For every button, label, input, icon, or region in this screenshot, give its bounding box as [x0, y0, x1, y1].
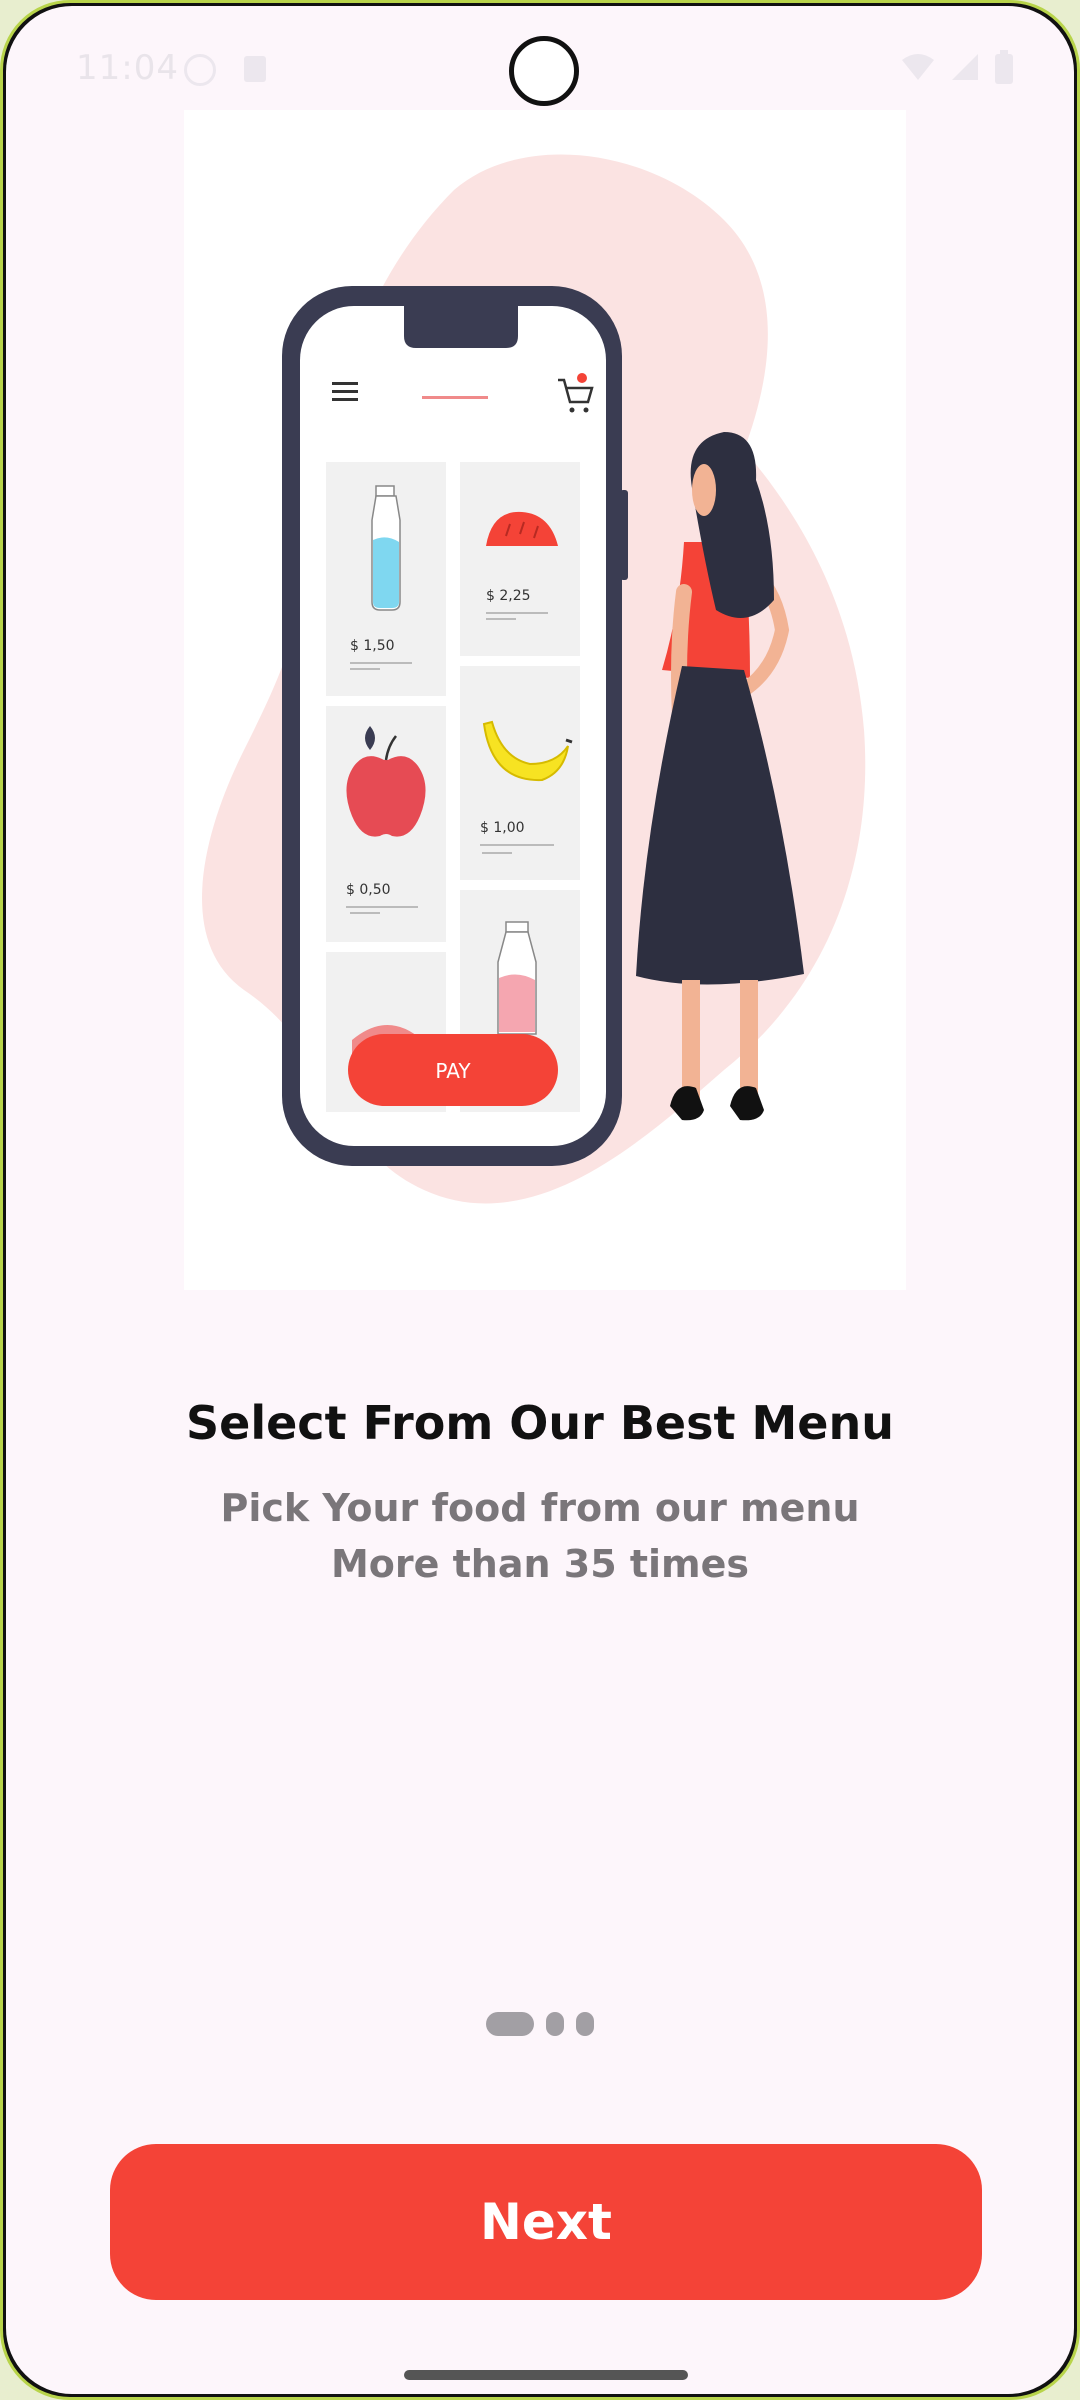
page-indicator: [6, 2012, 1074, 2036]
status-icons: [900, 50, 1014, 84]
price-label: $ 1,00: [480, 820, 525, 836]
status-time: 11:04: [76, 48, 179, 88]
onboarding-illustration: $ 1,50 $ 2,25 $ 0,50 $ 1,00 PAY: [184, 110, 906, 1290]
menu-icon: [332, 382, 358, 401]
next-button[interactable]: Next: [110, 2144, 982, 2300]
price-label: $ 0,50: [346, 882, 391, 898]
battery-icon: [995, 50, 1013, 84]
front-camera: [509, 36, 579, 106]
page-dot: [546, 2012, 564, 2036]
signal-icon: [952, 54, 978, 80]
screen: 11:04 $ 1,50 $ 2,25 $ 0,50 $ 1,00 PAY Se…: [6, 6, 1074, 2394]
onboarding-title: Select From Our Best Menu: [186, 1396, 894, 1450]
phone-notch: [404, 306, 518, 348]
subtitle-line-1: Pick Your food from our menu: [220, 1486, 860, 1530]
gesture-bar[interactable]: [404, 2370, 688, 2380]
product-tile: [460, 462, 580, 656]
subtitle-line-2: More than 35 times: [330, 1542, 750, 1586]
phone-side-button: [620, 490, 628, 580]
device-frame: 11:04 $ 1,50 $ 2,25 $ 0,50 $ 1,00 PAY Se…: [0, 0, 1080, 2400]
pay-label: PAY: [435, 1059, 471, 1083]
sim-icon: [244, 56, 266, 82]
title-line: [422, 396, 488, 399]
vpn-icon: [184, 54, 216, 86]
page-dot: [576, 2012, 594, 2036]
illustration-svg: $ 1,50 $ 2,25 $ 0,50 $ 1,00 PAY: [202, 154, 866, 1204]
price-label: $ 1,50: [350, 638, 395, 654]
price-label: $ 2,25: [486, 588, 531, 604]
wifi-icon: [902, 54, 934, 80]
onboarding-subtitle: Pick Your food from our menu More than 3…: [6, 1480, 1074, 1592]
milk-bottle-image: [497, 921, 537, 1035]
next-button-label: Next: [480, 2193, 612, 2251]
water-bottle-image: [371, 485, 401, 611]
page-dot-active: [486, 2012, 534, 2036]
